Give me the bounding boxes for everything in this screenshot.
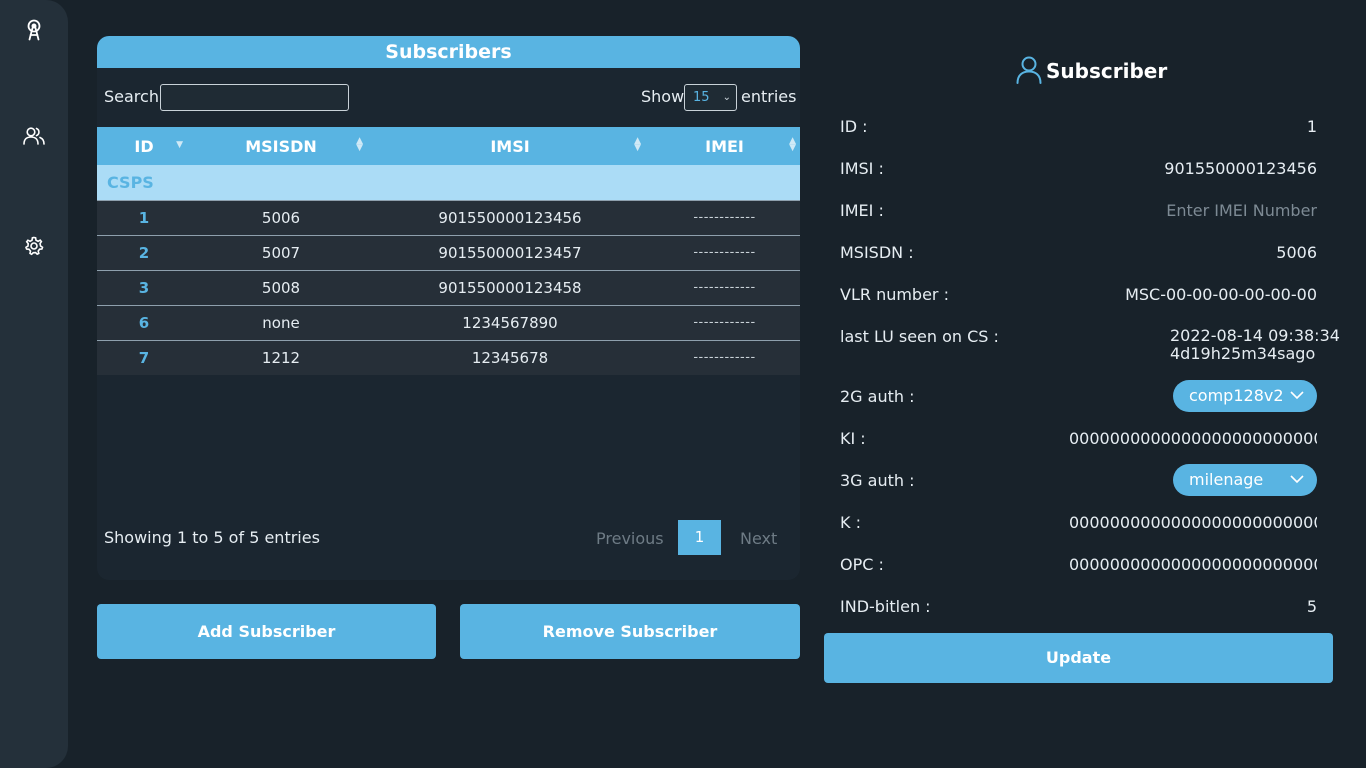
opc-field[interactable]: 00000000000000000000000000000000: [1069, 555, 1317, 574]
tower-icon[interactable]: [22, 18, 46, 42]
entries-select-value: 15: [693, 90, 710, 105]
cell-msisdn: 5007: [191, 234, 371, 270]
cell-msisdn: 1212: [191, 339, 371, 375]
column-header-imei[interactable]: IMEI ▲ ▼: [649, 127, 800, 165]
sort-icon: ▲ ▼: [789, 136, 796, 153]
panel-title: Subscribers: [97, 36, 800, 68]
cell-imsi: 12345678: [371, 339, 649, 375]
cell-msisdn: 5008: [191, 269, 371, 305]
entries-select[interactable]: 15 ⌄: [684, 84, 737, 111]
cell-id: 2: [97, 234, 191, 270]
cell-imei: ------------: [649, 199, 800, 235]
update-button[interactable]: Update: [824, 633, 1333, 683]
2g-auth-select[interactable]: comp128v2: [1173, 380, 1317, 412]
group-label: CSPS: [97, 165, 800, 200]
ind-bitlen-field[interactable]: 5: [1307, 597, 1317, 616]
group-row: CSPS: [97, 165, 800, 200]
field-label-3g-auth: 3G auth :: [840, 471, 915, 490]
cell-id: 7: [97, 339, 191, 375]
table-info: Showing 1 to 5 of 5 entries: [104, 528, 320, 547]
field-label-id: ID :: [840, 117, 868, 136]
field-value-last-lu: 2022-08-14 09:38:34 4d19h25m34sago: [1170, 327, 1340, 363]
field-label-vlr: VLR number :: [840, 285, 949, 304]
table-row[interactable]: 1 5006 901550000123456 ------------: [97, 199, 800, 235]
3g-auth-value: milenage: [1189, 470, 1264, 489]
chevron-down-icon: [1290, 475, 1304, 484]
cell-id: 1: [97, 199, 191, 235]
cell-imsi: 901550000123456: [371, 199, 649, 235]
table-row[interactable]: 2 5007 901550000123457 ------------: [97, 234, 800, 270]
field-label-ind-bitlen: IND-bitlen :: [840, 597, 931, 616]
sort-icon: ▲ ▼: [356, 136, 363, 153]
cell-msisdn: none: [191, 304, 371, 340]
pagination-previous[interactable]: Previous: [596, 529, 664, 548]
cell-id: 3: [97, 269, 191, 305]
pagination-page-1[interactable]: 1: [678, 520, 721, 555]
chevron-down-icon: ⌄: [722, 92, 731, 103]
table-row[interactable]: 3 5008 901550000123458 ------------: [97, 269, 800, 305]
column-header-label: ID: [134, 136, 154, 156]
user-icon: [1014, 54, 1044, 89]
cell-imsi: 1234567890: [371, 304, 649, 340]
field-value-vlr: MSC-00-00-00-00-00-00: [1125, 285, 1317, 304]
field-label-ki: KI :: [840, 429, 866, 448]
detail-title-text: Subscriber: [1046, 59, 1168, 83]
cell-imei: ------------: [649, 339, 800, 375]
column-header-label: IMEI: [705, 136, 744, 156]
cell-imei: ------------: [649, 234, 800, 270]
pagination-next[interactable]: Next: [740, 529, 777, 548]
sidebar: [0, 0, 68, 768]
add-subscriber-button[interactable]: Add Subscriber: [97, 604, 436, 659]
detail-title: Subscriber: [1014, 56, 1167, 86]
cell-msisdn: 5006: [191, 199, 371, 235]
cell-imei: ------------: [649, 304, 800, 340]
field-label-msisdn: MSISDN :: [840, 243, 914, 262]
imei-input[interactable]: Enter IMEI Number: [1166, 201, 1317, 220]
sort-desc-icon: ▼: [176, 140, 183, 150]
sort-icon: ▲ ▼: [634, 136, 641, 153]
field-label-imei: IMEI :: [840, 201, 884, 220]
search-label: Search:: [104, 87, 165, 106]
field-label-k: K :: [840, 513, 861, 532]
field-label-last-lu: last LU seen on CS :: [840, 327, 999, 346]
table-row[interactable]: 7 1212 12345678 ------------: [97, 339, 800, 375]
last-lu-ago: 4d19h25m34sago: [1170, 344, 1316, 363]
cell-imsi: 901550000123458: [371, 269, 649, 305]
field-value-id: 1: [1306, 117, 1317, 136]
msisdn-field[interactable]: 5006: [1276, 243, 1317, 262]
field-label-2g-auth: 2G auth :: [840, 387, 915, 406]
column-header-label: MSISDN: [245, 136, 317, 156]
field-label-opc: OPC :: [840, 555, 884, 574]
ki-field[interactable]: 00000000000000000000000000000000: [1069, 429, 1317, 448]
show-label: Show: [641, 87, 685, 106]
column-header-msisdn[interactable]: MSISDN ▲ ▼: [191, 127, 371, 165]
table-row[interactable]: 6 none 1234567890 ------------: [97, 304, 800, 340]
cell-id: 6: [97, 304, 191, 340]
chevron-down-icon: [1290, 391, 1304, 400]
cell-imei: ------------: [649, 269, 800, 305]
search-input[interactable]: [160, 84, 349, 111]
2g-auth-value: comp128v2: [1189, 386, 1284, 405]
subscribers-table: ID ▼ MSISDN ▲ ▼ IMSI ▲ ▼ IMEI ▲ ▼ CSPS 1 5006 9…: [97, 127, 800, 375]
column-header-id[interactable]: ID ▼: [97, 127, 191, 165]
gear-icon[interactable]: [22, 234, 46, 258]
users-icon[interactable]: [22, 124, 46, 148]
column-header-imsi[interactable]: IMSI ▲ ▼: [371, 127, 649, 165]
column-header-label: IMSI: [490, 136, 530, 156]
field-label-imsi: IMSI :: [840, 159, 884, 178]
cell-imsi: 901550000123457: [371, 234, 649, 270]
field-value-imsi: 901550000123456: [1164, 159, 1317, 178]
last-lu-timestamp: 2022-08-14 09:38:34: [1170, 326, 1340, 345]
remove-subscriber-button[interactable]: Remove Subscriber: [460, 604, 800, 659]
3g-auth-select[interactable]: milenage: [1173, 464, 1317, 496]
entries-label: entries: [741, 87, 797, 106]
k-field[interactable]: 00000000000000000000000000000000: [1069, 513, 1317, 532]
